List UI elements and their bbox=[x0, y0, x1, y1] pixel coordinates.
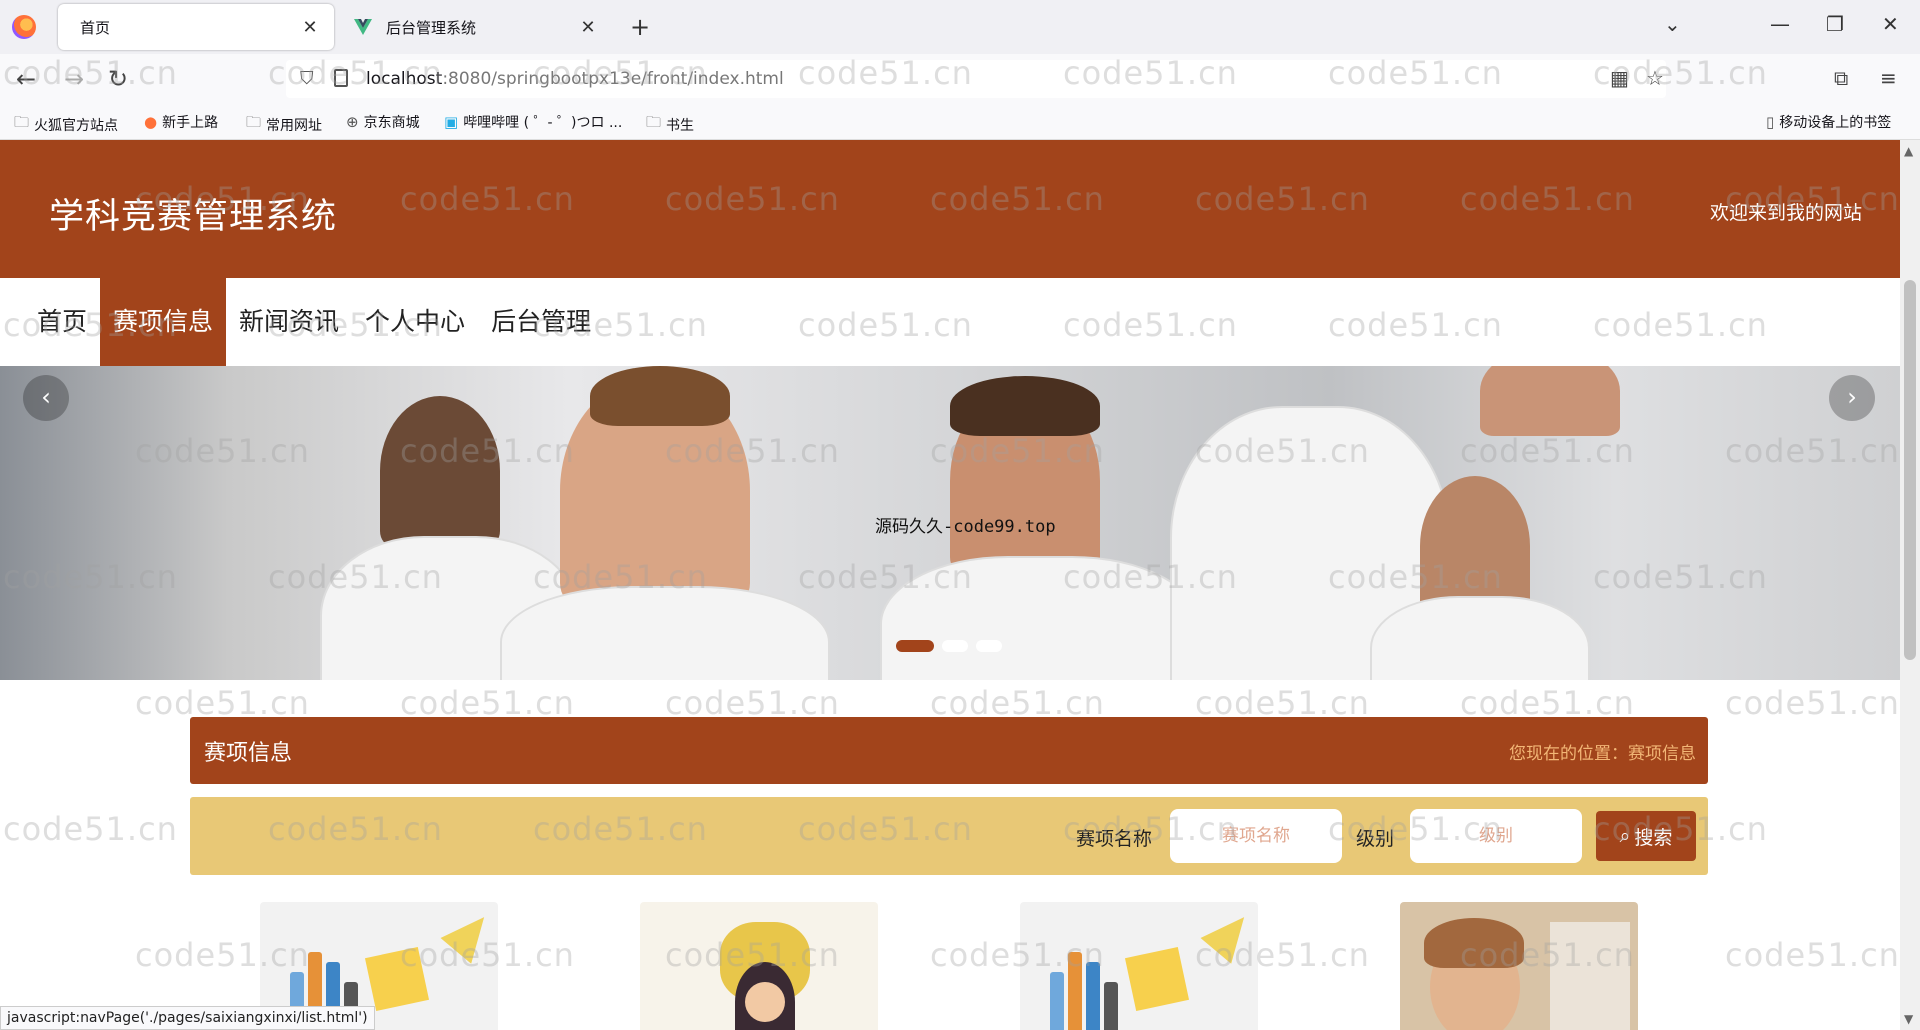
shield-icon[interactable]: ⛉ bbox=[300, 68, 314, 89]
scrollbar-thumb[interactable] bbox=[1904, 280, 1916, 660]
carousel-prev-icon[interactable]: ‹ bbox=[23, 375, 69, 421]
status-bar: javascript:navPage('./pages/saixiangxinx… bbox=[0, 1006, 375, 1030]
browser-tab-home[interactable]: 首页 ✕ bbox=[58, 4, 334, 50]
browser-tab-strip: 首页 ✕ 后台管理系统 ✕ + ⌄ — ❐ ✕ bbox=[0, 0, 1920, 54]
folder-icon: 🗀 bbox=[646, 113, 662, 131]
close-window-icon[interactable]: ✕ bbox=[1882, 12, 1899, 36]
carousel-dot[interactable] bbox=[942, 640, 968, 652]
back-icon[interactable]: ← bbox=[16, 65, 36, 93]
tab-title: 后台管理系统 bbox=[386, 18, 477, 37]
competition-card[interactable] bbox=[640, 902, 878, 1030]
tab-title: 首页 bbox=[80, 18, 111, 37]
carousel-next-icon[interactable]: › bbox=[1829, 375, 1875, 421]
nav-item-news[interactable]: 新闻资讯 bbox=[226, 278, 352, 366]
firefox-logo-icon bbox=[12, 15, 36, 39]
globe-icon: ⊕ bbox=[346, 113, 359, 131]
minimize-icon[interactable]: — bbox=[1770, 12, 1790, 36]
bookmark-item[interactable]: ⊕ 京东商城 bbox=[346, 112, 420, 132]
restore-icon[interactable]: ❐ bbox=[1826, 12, 1844, 36]
forward-icon[interactable]: → bbox=[64, 65, 84, 93]
carousel-dot[interactable] bbox=[896, 640, 934, 652]
nav-item-competitions[interactable]: 赛项信息 bbox=[100, 278, 227, 366]
search-button[interactable]: ⌕ 搜索 bbox=[1596, 811, 1696, 861]
new-tab-icon[interactable]: + bbox=[630, 13, 650, 41]
carousel-dot[interactable] bbox=[976, 640, 1002, 652]
search-panel: 赛项名称 级别 ⌕ 搜索 bbox=[190, 797, 1708, 875]
folder-icon: 🗀 bbox=[14, 113, 30, 131]
vue-logo-icon bbox=[354, 19, 372, 35]
tab-close-icon[interactable]: ✕ bbox=[298, 17, 322, 38]
bookmark-item[interactable]: 🗀 书生 bbox=[646, 112, 694, 137]
mobile-icon: ▯ bbox=[1766, 113, 1775, 131]
banner-caption: 源码久久-code99.top bbox=[875, 517, 1056, 537]
address-bar[interactable]: ⛉ localhost:8080/springbootpx13e/front/i… bbox=[286, 60, 1666, 98]
folder-icon: 🗀 bbox=[246, 113, 262, 131]
banner-photo bbox=[380, 396, 500, 546]
extensions-icon[interactable]: ⧉ bbox=[1834, 66, 1848, 90]
main-nav: 首页 赛项信息 新闻资讯 个人中心 后台管理 bbox=[0, 278, 1900, 366]
page-viewport: 学科竞赛管理系统 欢迎来到我的网站 首页 赛项信息 新闻资讯 个人中心 后台管理… bbox=[0, 140, 1900, 1030]
competition-card[interactable] bbox=[1020, 902, 1258, 1030]
bilibili-icon: ▣ bbox=[444, 113, 459, 131]
bookmark-star-icon[interactable]: ☆ bbox=[1646, 66, 1664, 90]
competition-name-label: 赛项名称 bbox=[1076, 828, 1153, 850]
url-text: localhost:8080/springbootpx13e/front/ind… bbox=[366, 69, 784, 89]
mobile-bookmarks[interactable]: ▯ 移动设备上的书签 bbox=[1766, 112, 1891, 132]
carousel-indicators bbox=[896, 640, 1002, 652]
page-scrollbar[interactable]: ▲ ▼ bbox=[1900, 140, 1920, 1030]
banner-carousel: 源码久久-code99.top ‹ › bbox=[0, 366, 1900, 680]
tab-list-icon[interactable]: ⌄ bbox=[1664, 12, 1681, 36]
tab-close-icon[interactable]: ✕ bbox=[576, 17, 600, 38]
section-header: 赛项信息 您现在的位置：赛项信息 bbox=[190, 717, 1708, 784]
reload-icon[interactable]: ↻ bbox=[108, 65, 128, 93]
bookmark-item[interactable]: ● 新手上路 bbox=[144, 112, 218, 132]
nav-item-admin[interactable]: 后台管理 bbox=[478, 278, 604, 366]
navigation-toolbar: ← → ↻ ⛉ localhost:8080/springbootpx13e/f… bbox=[0, 54, 1920, 104]
competition-name-input[interactable] bbox=[1170, 809, 1342, 863]
bookmarks-toolbar: 🗀 火狐官方站点 ● 新手上路 🗀 常用网址 ⊕ 京东商城 ▣ 哔哩哔哩 ( ゜- ゜)つ… bbox=[0, 104, 1920, 140]
competition-card[interactable] bbox=[1400, 902, 1638, 1030]
site-title: 学科竞赛管理系统 bbox=[49, 197, 338, 237]
firefox-icon: ● bbox=[144, 113, 158, 131]
search-icon: ⌕ bbox=[1619, 825, 1631, 847]
scroll-up-icon[interactable]: ▲ bbox=[1904, 144, 1913, 158]
level-label: 级别 bbox=[1356, 828, 1395, 850]
nav-item-home[interactable]: 首页 bbox=[24, 278, 100, 366]
scroll-down-icon[interactable]: ▼ bbox=[1904, 1012, 1913, 1026]
menu-icon[interactable]: ≡ bbox=[1880, 66, 1897, 90]
bookmark-item[interactable]: 🗀 常用网址 bbox=[246, 112, 322, 137]
page-icon bbox=[334, 69, 348, 87]
bookmark-item[interactable]: 🗀 火狐官方站点 bbox=[14, 112, 118, 137]
browser-tab-admin[interactable]: 后台管理系统 ✕ bbox=[342, 4, 612, 50]
section-title: 赛项信息 bbox=[204, 741, 293, 766]
qr-code-icon[interactable]: ▦ bbox=[1610, 66, 1629, 90]
nav-item-profile[interactable]: 个人中心 bbox=[352, 278, 478, 366]
level-input[interactable] bbox=[1410, 809, 1582, 863]
bookmark-item[interactable]: ▣ 哔哩哔哩 ( ゜- ゜)つロ ... bbox=[444, 112, 622, 132]
welcome-text: 欢迎来到我的网站 bbox=[1709, 202, 1862, 224]
breadcrumb: 您现在的位置：赛项信息 bbox=[1509, 744, 1696, 764]
site-header: 学科竞赛管理系统 欢迎来到我的网站 bbox=[0, 140, 1900, 278]
